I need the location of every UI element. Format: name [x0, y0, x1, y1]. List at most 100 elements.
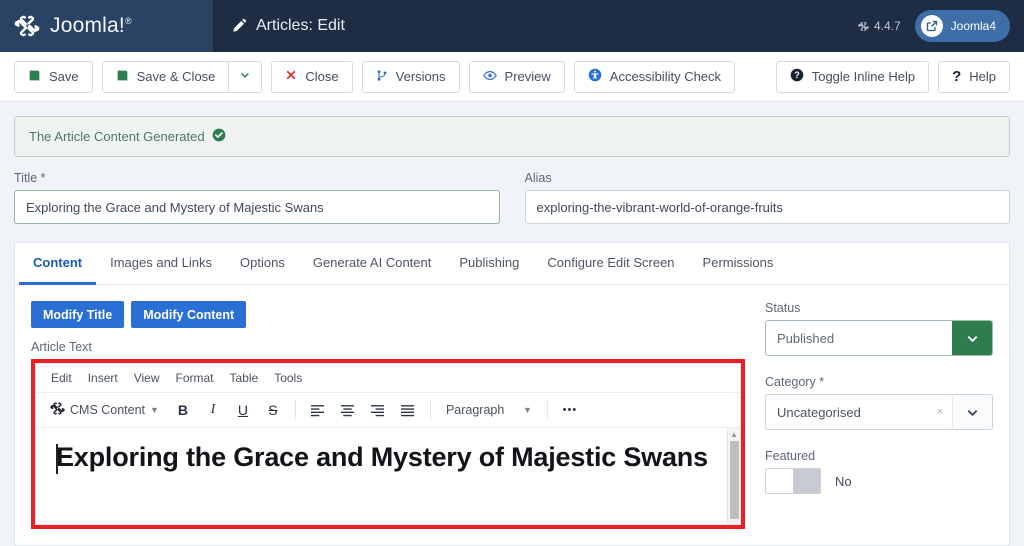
category-select[interactable]: Uncategorised ×	[765, 394, 993, 430]
save-and-close-button[interactable]: Save & Close	[101, 60, 230, 93]
modify-content-button[interactable]: Modify Content	[131, 301, 247, 328]
accessibility-check-button[interactable]: Accessibility Check	[573, 60, 736, 93]
align-justify-button[interactable]	[394, 397, 422, 423]
edit-tab-panel: Content Images and Links Options Generat…	[14, 242, 1010, 546]
title-field-group: Title *	[14, 171, 500, 224]
cms-content-dropdown[interactable]: CMS Content ▼	[42, 397, 167, 423]
category-value: Uncategorised	[777, 404, 861, 420]
featured-field-group: Featured No	[765, 449, 993, 494]
alert-message: The Article Content Generated	[29, 129, 205, 144]
close-button[interactable]: Close	[271, 60, 353, 93]
floppy-icon	[116, 69, 129, 85]
tab-publishing[interactable]: Publishing	[445, 243, 533, 285]
align-center-button[interactable]	[334, 397, 362, 423]
save-button[interactable]: Save	[14, 60, 93, 93]
tab-generate-ai-content[interactable]: Generate AI Content	[299, 243, 446, 285]
clear-category-icon[interactable]: ×	[937, 395, 952, 429]
align-left-button[interactable]	[304, 397, 332, 423]
help-button[interactable]: ? Help	[938, 60, 1010, 93]
save-and-close-label: Save & Close	[136, 69, 216, 84]
pencil-icon	[231, 18, 247, 34]
toolbar-divider	[546, 400, 548, 420]
toolbar-divider	[429, 400, 431, 420]
featured-toggle[interactable]	[765, 468, 821, 494]
featured-value: No	[835, 473, 852, 489]
question-circle-icon: ?	[790, 68, 804, 85]
toggle-knob-left	[766, 469, 793, 493]
alias-input[interactable]	[524, 190, 1010, 224]
close-icon	[285, 69, 297, 84]
brand-name: Joomla!®	[50, 14, 132, 37]
tab-configure-edit-screen[interactable]: Configure Edit Screen	[533, 243, 688, 285]
success-alert: The Article Content Generated	[14, 116, 1010, 157]
underline-button[interactable]: U	[229, 397, 257, 423]
alias-label: Alias	[524, 171, 552, 185]
toggle-inline-help-button[interactable]: ? Toggle Inline Help	[775, 60, 930, 93]
tab-options[interactable]: Options	[226, 243, 299, 285]
action-toolbar: Save Save & Close Close Versions Preview…	[0, 52, 1024, 102]
featured-label: Featured	[765, 449, 816, 463]
more-options-button[interactable]: •••	[556, 397, 584, 423]
eye-icon	[482, 69, 497, 85]
user-menu-button[interactable]: Joomla4	[914, 10, 1010, 42]
title-input[interactable]	[14, 190, 500, 224]
help-label: Help	[969, 69, 996, 84]
main-content: The Article Content Generated Title * Al…	[0, 102, 1024, 546]
bold-glyph: B	[177, 402, 189, 418]
alias-field-group: Alias	[524, 171, 1010, 224]
menu-format[interactable]: Format	[169, 369, 221, 387]
top-header: Joomla!® Articles: Edit 4.4.7 Joomla4	[0, 0, 1024, 52]
editor-column: Modify Title Modify Content Article Text…	[31, 301, 745, 529]
preview-button[interactable]: Preview	[468, 60, 565, 93]
editor-highlight-box: Edit Insert View Format Table Tools CMS …	[31, 359, 745, 529]
code-branch-icon	[376, 69, 388, 85]
page-title-area: Articles: Edit	[213, 0, 858, 52]
editor-content-area[interactable]: Exploring the Grace and Mystery of Majes…	[36, 428, 740, 524]
article-sidebar: Status Published Category * Uncategorise…	[765, 301, 993, 529]
chevron-down-icon: ▼	[150, 405, 159, 415]
category-dropdown-toggle[interactable]	[952, 395, 992, 429]
menu-view[interactable]: View	[127, 369, 167, 387]
question-mark-icon: ?	[952, 68, 962, 85]
featured-toggle-row: No	[765, 468, 993, 494]
editor-scrollbar[interactable]: ▲	[727, 428, 740, 524]
status-value: Published	[766, 321, 952, 355]
cms-content-label: CMS Content	[70, 403, 146, 417]
category-field-group: Category * Uncategorised ×	[765, 375, 993, 430]
align-right-button[interactable]	[364, 397, 392, 423]
editor-menubar: Edit Insert View Format Table Tools	[36, 364, 740, 393]
header-right-area: 4.4.7 Joomla4	[858, 0, 1024, 52]
italic-glyph: I	[210, 402, 216, 417]
underline-glyph: U	[237, 402, 249, 418]
versions-label: Versions	[395, 69, 446, 84]
toggle-inline-help-label: Toggle Inline Help	[811, 69, 916, 84]
tab-bar: Content Images and Links Options Generat…	[15, 243, 1009, 285]
svg-text:?: ?	[794, 70, 799, 80]
scrollbar-thumb[interactable]	[730, 441, 739, 519]
menu-edit[interactable]: Edit	[44, 369, 79, 387]
modify-title-button[interactable]: Modify Title	[31, 301, 125, 328]
scroll-up-arrow-icon[interactable]: ▲	[730, 430, 738, 439]
tab-images-and-links[interactable]: Images and Links	[96, 243, 226, 285]
editor-toolbar: CMS Content ▼ B I U S Paragraph ▼ •••	[36, 393, 740, 428]
strikethrough-button[interactable]: S	[259, 397, 287, 423]
text-cursor	[56, 444, 58, 474]
chevron-down-icon: ▼	[523, 405, 532, 415]
versions-button[interactable]: Versions	[361, 60, 460, 93]
tab-content[interactable]: Content	[19, 243, 97, 285]
version-number: 4.4.7	[873, 19, 901, 33]
menu-insert[interactable]: Insert	[81, 369, 125, 387]
save-dropdown-toggle[interactable]	[229, 60, 263, 93]
italic-button[interactable]: I	[199, 397, 227, 423]
menu-table[interactable]: Table	[223, 369, 266, 387]
external-link-icon	[920, 15, 943, 37]
status-dropdown-toggle[interactable]	[952, 321, 992, 355]
status-select[interactable]: Published	[765, 320, 993, 356]
tab-permissions[interactable]: Permissions	[689, 243, 788, 285]
bold-button[interactable]: B	[169, 397, 197, 423]
format-select[interactable]: Paragraph ▼	[439, 397, 539, 423]
brand-area[interactable]: Joomla!®	[0, 0, 213, 52]
status-field-group: Status Published	[765, 301, 993, 356]
title-label: Title *	[14, 171, 46, 185]
menu-tools[interactable]: Tools	[267, 369, 309, 387]
